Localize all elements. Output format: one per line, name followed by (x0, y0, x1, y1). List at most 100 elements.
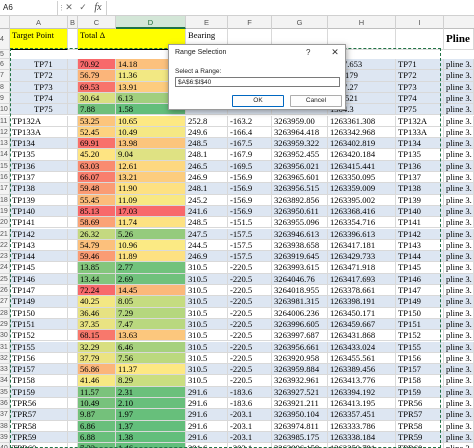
cell-easting[interactable]: 3264018.955 (272, 285, 328, 297)
cell-b[interactable] (68, 273, 78, 285)
cell-total-delta[interactable]: 30.64 (78, 92, 116, 105)
cell-point-ref[interactable]: TP141 (396, 217, 444, 229)
cell-point-ref[interactable]: TP74 (396, 92, 444, 105)
cell-bearing[interactable]: 310.5 (186, 364, 228, 376)
cell-target-point[interactable]: TP72 (10, 70, 68, 82)
cell-bearing[interactable]: 248.1 (186, 183, 228, 195)
cell-point-ref[interactable]: TP135 (396, 149, 444, 161)
cell-total-delta[interactable]: 68.15 (78, 330, 116, 342)
column-header-d[interactable]: D (116, 16, 186, 29)
cell-northing[interactable]: 1263394.192 (328, 386, 396, 398)
cell-easting[interactable]: 3263932.961 (272, 375, 328, 387)
cell-delta-d[interactable]: 1.46 (116, 443, 186, 448)
cell-bearing[interactable]: 246.5 (186, 160, 228, 172)
cell-f[interactable]: -156.9 (228, 172, 272, 184)
cell-total-delta[interactable]: 69.91 (78, 138, 116, 150)
row-number[interactable]: 14 (0, 149, 10, 161)
cell-pline[interactable]: pline 3. (444, 296, 474, 308)
cell-b[interactable] (68, 251, 78, 263)
cell-easting[interactable]: 3263938.658 (272, 239, 328, 252)
cell-total-delta[interactable]: 11.57 (78, 386, 116, 398)
cell-target-point[interactable]: TPR60 (10, 443, 68, 448)
cell-b[interactable] (68, 172, 78, 184)
row-number[interactable]: 18 (0, 194, 10, 206)
cell-northing[interactable]: 1263333.786 (328, 420, 396, 432)
cell-pline[interactable]: pline 3. (444, 375, 474, 387)
cell-delta-d[interactable]: 13.63 (116, 330, 186, 342)
cell-b[interactable] (68, 431, 78, 444)
cell-bearing[interactable]: 310.5 (186, 273, 228, 285)
row-number[interactable]: 21 (0, 228, 10, 240)
column-header-c[interactable]: C (78, 16, 116, 29)
cell-pline[interactable]: pline 3. (444, 409, 474, 421)
column-header-f[interactable]: F (228, 16, 272, 29)
cell-point-ref[interactable]: TP155 (396, 341, 444, 353)
cell-b[interactable] (68, 296, 78, 308)
cell-northing[interactable]: 1263361.308 (328, 115, 396, 127)
cell-delta-d[interactable]: 2.69 (116, 273, 186, 285)
cell-pline[interactable]: pline 3. (444, 92, 474, 105)
cancel-button[interactable]: Cancel (290, 95, 342, 107)
cell-pline[interactable]: pline 3. (444, 262, 474, 274)
cell-easting[interactable]: 3263993.615 (272, 262, 328, 274)
cell-b[interactable] (68, 92, 78, 105)
cell-northing[interactable]: 1263354.716 (328, 217, 396, 229)
cell-b[interactable] (68, 409, 78, 421)
cell-f[interactable]: -220.5 (228, 375, 272, 387)
cell-easting[interactable]: 3263996.158 (272, 443, 328, 448)
cell-delta-d[interactable]: 10.65 (116, 115, 186, 127)
cell-f[interactable]: -220.5 (228, 307, 272, 319)
cell-target-point[interactable]: TPR58 (10, 420, 68, 432)
cell-bearing[interactable]: 310.5 (186, 296, 228, 308)
cell-target-point[interactable]: TP135 (10, 149, 68, 161)
cell-b[interactable] (68, 375, 78, 387)
cell-b[interactable] (68, 194, 78, 206)
cell-total-delta[interactable]: 45.20 (78, 149, 116, 161)
row-number[interactable]: 39 (0, 431, 10, 444)
cell-total-delta[interactable]: 59.48 (78, 183, 116, 195)
cell-pline[interactable]: pline 3. (444, 160, 474, 172)
cell-bearing[interactable]: 248.1 (186, 149, 228, 161)
cell-target-point[interactable]: TP71 (10, 59, 68, 71)
cell-b[interactable] (68, 443, 78, 448)
row-number[interactable]: 24 (0, 262, 10, 274)
cell-bearing[interactable]: 291.6 (186, 398, 228, 410)
cell-delta-d[interactable]: 9.04 (116, 149, 186, 161)
cell-total-delta[interactable]: 56.86 (78, 364, 116, 376)
cell-total-delta[interactable]: 37.79 (78, 352, 116, 365)
cell-f[interactable]: -203.1 (228, 409, 272, 421)
formula-input[interactable] (106, 0, 474, 15)
cell-bearing[interactable]: 291.6 (186, 386, 228, 398)
cell-target-point[interactable]: TP157 (10, 364, 68, 376)
range-input[interactable]: $A$6:$I$40 (175, 77, 340, 87)
cell-delta-d[interactable]: 13.21 (116, 172, 186, 184)
cell-pline[interactable]: pline 3. (444, 172, 474, 184)
row-number[interactable]: 12 (0, 126, 10, 139)
cell-point-ref[interactable]: TP157 (396, 364, 444, 376)
cell-northing[interactable]: 1263368.416 (328, 205, 396, 218)
row-number[interactable]: 7 (0, 70, 10, 82)
cell-bearing[interactable]: 310.5 (186, 318, 228, 331)
cell-easting[interactable]: 3263950.611 (272, 205, 328, 218)
column-header-j[interactable] (444, 16, 474, 29)
row-number[interactable]: 22 (0, 239, 10, 252)
cell-easting[interactable]: 3264046.76 (272, 273, 328, 285)
cell-b[interactable] (68, 420, 78, 432)
cell-northing[interactable]: 1263413.776 (328, 375, 396, 387)
cell-delta-d[interactable]: 10.96 (116, 239, 186, 252)
cell-f[interactable]: -156.9 (228, 183, 272, 195)
cell-bearing[interactable]: 310.5 (186, 330, 228, 342)
cell-target-point[interactable]: TP143 (10, 239, 68, 252)
row-number[interactable]: 35 (0, 386, 10, 398)
cell-f[interactable]: -220.5 (228, 330, 272, 342)
cell-pline[interactable]: pline 3. (444, 194, 474, 206)
cell-northing[interactable]: 1263455.561 (328, 352, 396, 365)
cell-pline[interactable]: pline 3. (444, 352, 474, 365)
cell-b[interactable] (68, 318, 78, 331)
cell-target-point[interactable]: TP136 (10, 160, 68, 172)
cell-point-ref[interactable]: TP72 (396, 70, 444, 82)
cell-f[interactable]: -220.5 (228, 364, 272, 376)
header-cell-b[interactable] (68, 29, 78, 50)
cell-f[interactable]: -183.6 (228, 398, 272, 410)
row-number[interactable]: 31 (0, 341, 10, 353)
